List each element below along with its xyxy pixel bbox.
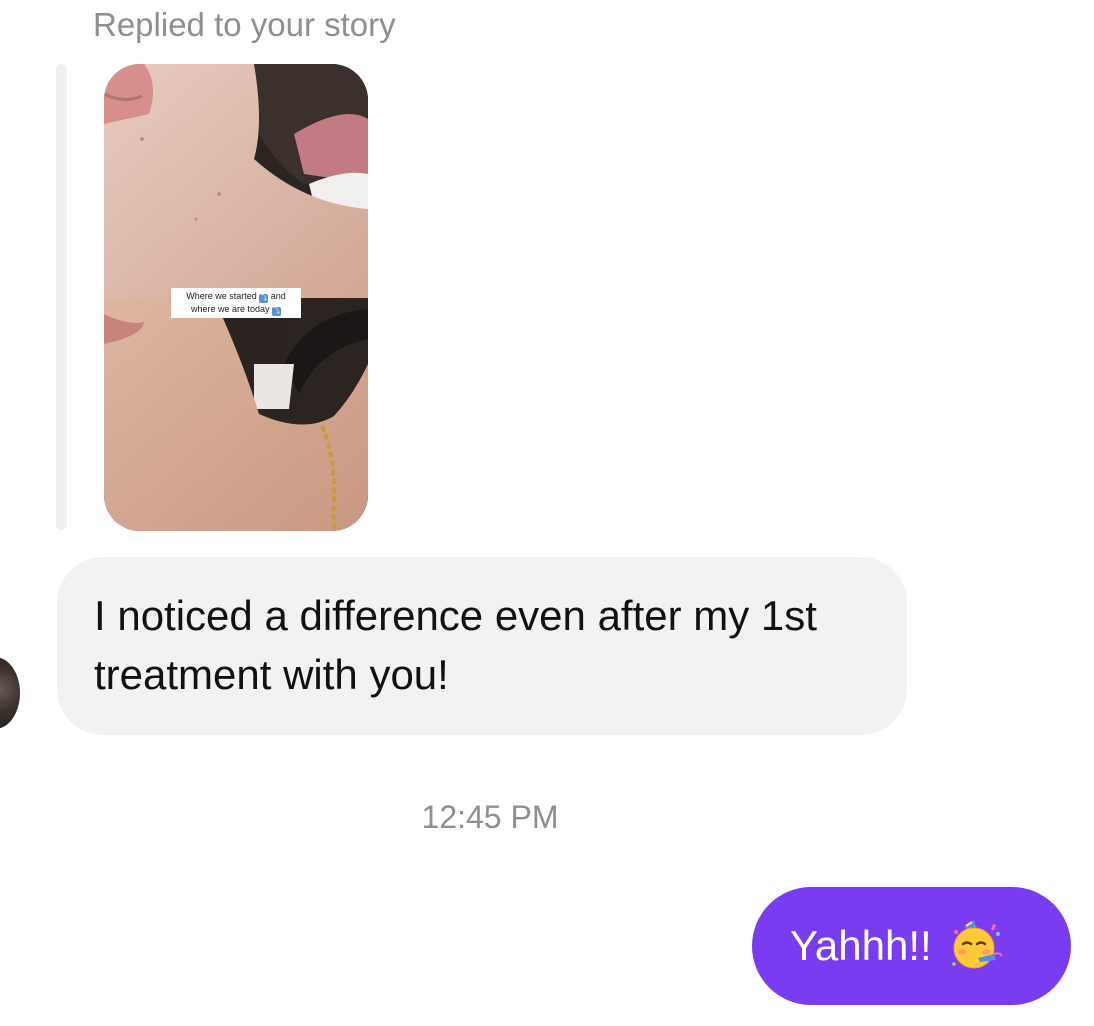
story-caption-line2: where we are today — [190, 304, 270, 314]
incoming-message-bubble[interactable]: I noticed a difference even after my 1st… — [57, 557, 907, 735]
down-arrow-icon: ⤵ — [272, 307, 282, 316]
partying-face-icon — [951, 920, 1003, 969]
incoming-message-text: I noticed a difference even after my 1st… — [94, 592, 817, 698]
message-timestamp: 12:45 PM — [421, 799, 559, 835]
sender-avatar[interactable] — [0, 657, 20, 729]
story-caption: Where we started ⤵ and where we are toda… — [171, 288, 301, 318]
replied-to-story-label: Replied to your story — [93, 6, 396, 43]
outgoing-message-text: Yahhh!! — [790, 922, 932, 969]
down-arrow-icon: ⤵ — [259, 294, 269, 303]
story-caption-line1: Where we started — [186, 291, 257, 301]
outgoing-message-bubble[interactable]: Yahhh!! — [752, 887, 1071, 1005]
story-caption-and: and — [270, 291, 286, 301]
reply-quote-bar — [56, 64, 67, 530]
story-thumbnail[interactable]: Where we started ⤵ and where we are toda… — [104, 64, 368, 531]
